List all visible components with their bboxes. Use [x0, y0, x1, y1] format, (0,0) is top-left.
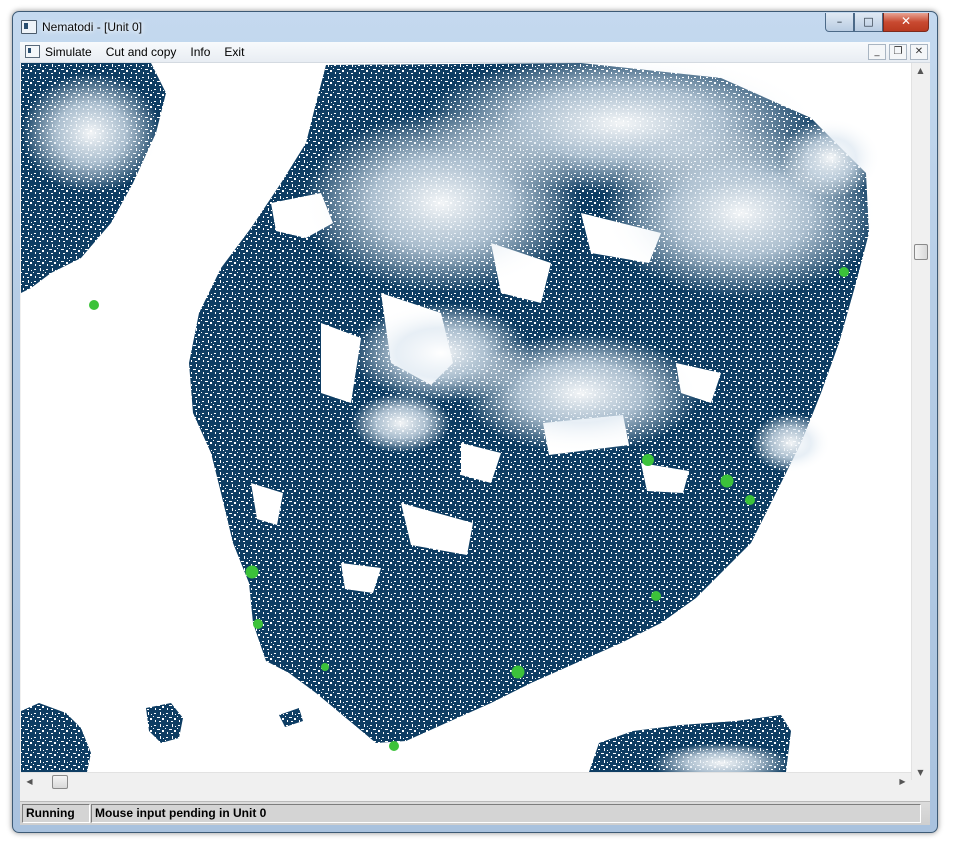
app-window: Nematodi - [Unit 0] – □ ✕ Simulate Cut a… [12, 11, 938, 833]
map-canvas[interactable] [21, 63, 911, 772]
status-state: Running [22, 804, 90, 823]
menu-simulate[interactable]: Simulate [45, 45, 92, 59]
mdi-restore-button[interactable]: ❐ [889, 44, 907, 60]
mdi-close-button[interactable]: ✕ [910, 44, 928, 60]
map-view[interactable] [21, 63, 911, 772]
horizontal-scroll-thumb[interactable] [52, 775, 68, 789]
marker[interactable] [651, 591, 661, 601]
window-title: Nematodi - [Unit 0] [42, 20, 143, 34]
status-bar: Running Mouse input pending in Unit 0 [20, 801, 930, 825]
mdi-buttons: _ ❐ ✕ [865, 44, 928, 60]
scroll-up-icon[interactable]: ▲ [912, 63, 929, 78]
marker[interactable] [511, 665, 525, 679]
minimize-button[interactable]: – [825, 13, 854, 32]
scroll-down-icon[interactable]: ▼ [912, 765, 929, 780]
status-message: Mouse input pending in Unit 0 [91, 804, 921, 823]
marker[interactable] [253, 619, 263, 629]
title-bar[interactable]: Nematodi - [Unit 0] – □ ✕ [13, 12, 937, 42]
marker[interactable] [720, 474, 734, 488]
vertical-scrollbar[interactable]: ▲ ▼ [911, 63, 929, 780]
horizontal-scrollbar[interactable]: ◀ ▶ [21, 772, 911, 790]
menu-bar: Simulate Cut and copy Info Exit _ ❐ ✕ [20, 42, 930, 63]
marker[interactable] [839, 267, 849, 277]
menu-info[interactable]: Info [190, 45, 210, 59]
marker[interactable] [642, 454, 654, 466]
client-area: Simulate Cut and copy Info Exit _ ❐ ✕ ▲ … [20, 42, 930, 825]
vertical-scroll-thumb[interactable] [914, 244, 928, 260]
land-southwest [21, 703, 91, 772]
land-islet [146, 703, 183, 743]
scroll-left-icon[interactable]: ◀ [21, 774, 38, 789]
marker[interactable] [321, 663, 329, 671]
menu-items: Simulate Cut and copy Info Exit [45, 45, 258, 59]
mdi-minimize-button[interactable]: _ [868, 44, 886, 60]
marker[interactable] [745, 495, 755, 505]
marker[interactable] [389, 741, 399, 751]
caption-buttons: – □ ✕ [825, 13, 929, 32]
maximize-button[interactable]: □ [854, 13, 883, 32]
close-button[interactable]: ✕ [883, 13, 929, 32]
menu-cut-and-copy[interactable]: Cut and copy [106, 45, 177, 59]
land-islet-2 [279, 708, 303, 727]
document-icon[interactable] [25, 45, 40, 58]
menu-exit[interactable]: Exit [224, 45, 244, 59]
app-icon[interactable] [21, 20, 37, 34]
marker[interactable] [245, 565, 259, 579]
marker[interactable] [89, 300, 99, 310]
scroll-right-icon[interactable]: ▶ [894, 774, 911, 789]
